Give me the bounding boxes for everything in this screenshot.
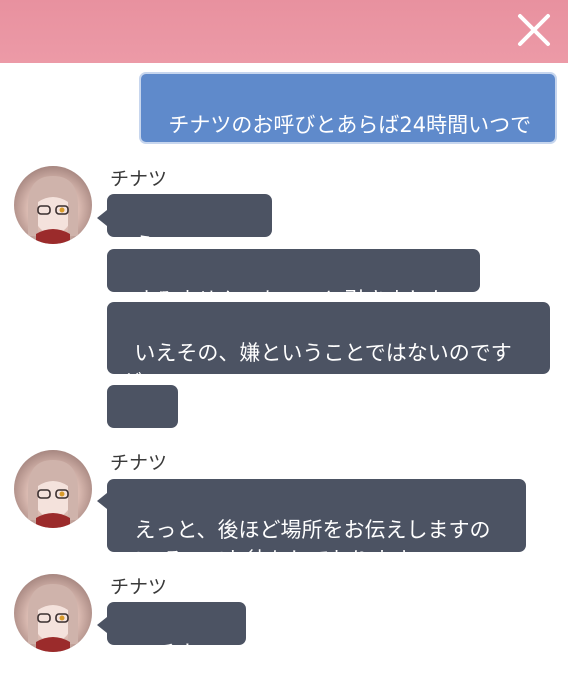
message-text: チナツのお呼びとあらば24時間いつでも！ [155, 113, 532, 167]
sender-name: チナツ [110, 576, 168, 598]
close-button[interactable] [514, 10, 554, 50]
message-text: 〜チナツ〜 [121, 641, 198, 695]
close-icon [518, 14, 550, 46]
message-bubble: …… [107, 385, 178, 478]
bubble-tail [97, 493, 107, 509]
sender-name: チナツ [110, 452, 168, 474]
avatar[interactable] [14, 450, 92, 528]
avatar-portrait-icon [28, 176, 78, 244]
message-bubble: 〜チナツ〜 [107, 602, 246, 695]
message-text: いえその、嫌ということではないのですが…… [121, 341, 512, 395]
sender-name: チナツ [110, 168, 168, 190]
bubble-tail [97, 617, 107, 633]
self-message-bubble: チナツのお呼びとあらば24時間いつでも！ [139, 72, 557, 167]
message-bubble: え、っと…… [107, 194, 272, 287]
message-bubble: すみません、ちょっと引きました [107, 249, 480, 312]
avatar-portrait-icon [28, 584, 78, 652]
chat-header [0, 0, 568, 63]
message-bubble: いえその、嫌ということではないのですが…… [107, 302, 550, 395]
message-text: えっと、後ほど場所をお伝えしますので。そこでお待ちしております [121, 518, 491, 572]
bubble-tail [97, 210, 107, 226]
avatar[interactable] [14, 166, 92, 244]
avatar-portrait-icon [28, 460, 78, 528]
message-bubble: えっと、後ほど場所をお伝えしますので。そこでお待ちしております [107, 479, 526, 572]
avatar[interactable] [14, 574, 92, 652]
